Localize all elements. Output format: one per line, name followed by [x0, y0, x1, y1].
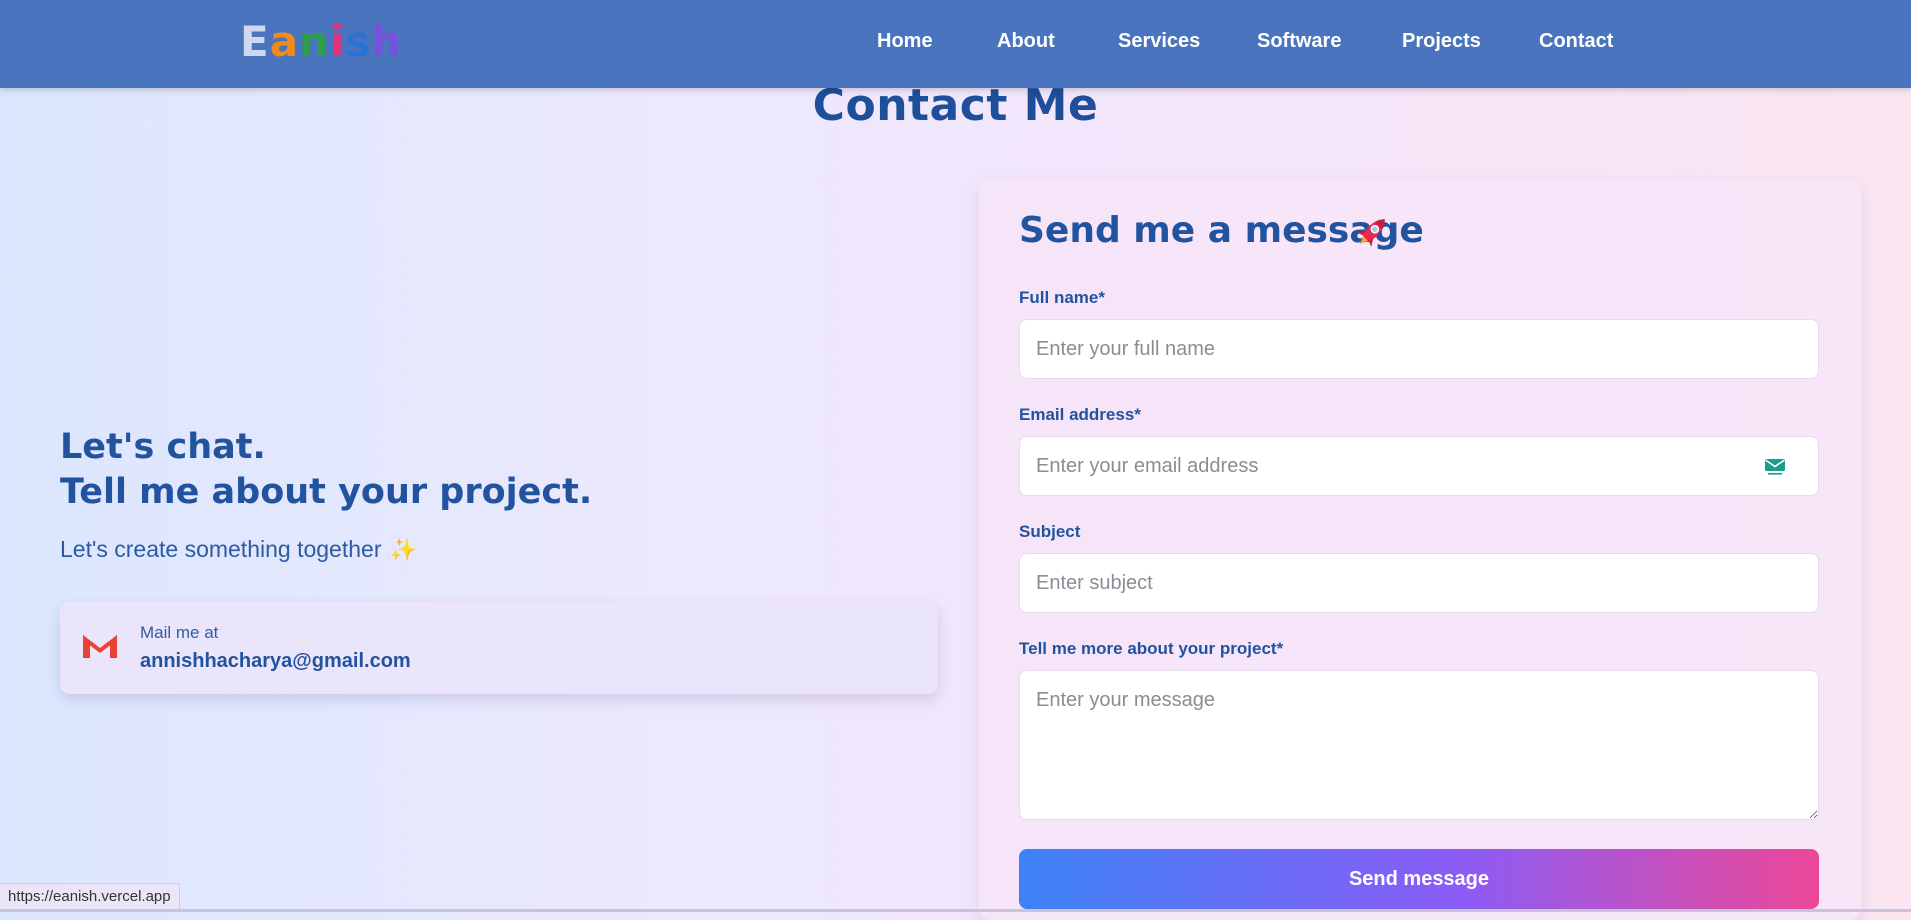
intro-subtitle: Let's create something together ✨ — [60, 536, 417, 563]
mail-address-link[interactable]: annishhacharya@gmail.com — [140, 650, 411, 673]
intro-heading-line1: Let's chat. — [60, 427, 266, 467]
logo-letter: a — [269, 17, 300, 66]
nav-contact-link[interactable]: Contact — [1539, 30, 1613, 53]
top-navbar: Eanish Home About Services Software Proj… — [0, 0, 1911, 88]
send-message-button[interactable]: Send message — [1019, 849, 1819, 909]
subject-label: Subject — [1019, 522, 1081, 541]
logo[interactable]: Eanish — [240, 20, 402, 64]
nav-about-link[interactable]: About — [997, 30, 1055, 53]
full-name-label: Full name* — [1019, 288, 1105, 307]
nav-software-link[interactable]: Software — [1257, 30, 1341, 53]
logo-letter: s — [345, 17, 372, 66]
intro-heading: Let's chat. Tell me about your project. — [60, 425, 592, 515]
full-name-input[interactable] — [1019, 319, 1819, 379]
logo-letter: n — [299, 17, 330, 66]
logo-letter: E — [240, 17, 270, 66]
email-label: Email address* — [1019, 405, 1141, 424]
gmail-icon — [83, 635, 117, 658]
logo-letter: i — [329, 17, 346, 66]
message-textarea[interactable] — [1019, 670, 1819, 820]
intro-subtitle-text: Let's create something together — [60, 536, 382, 562]
logo-letter: h — [371, 17, 403, 66]
subject-input[interactable] — [1019, 553, 1819, 613]
nav-projects-link[interactable]: Projects — [1402, 30, 1481, 53]
rocket-icon — [1357, 219, 1385, 247]
sparkles-icon: ✨ — [389, 537, 417, 562]
email-input[interactable] — [1019, 436, 1819, 496]
mail-label: Mail me at — [140, 623, 219, 642]
status-bar-url: https://eanish.vercel.app — [0, 883, 180, 911]
intro-heading-line2: Tell me about your project. — [60, 472, 593, 512]
nav-services-link[interactable]: Services — [1118, 30, 1200, 53]
contact-form-card: Send me a message Full name* Email addre… — [979, 180, 1861, 920]
message-label: Tell me more about your project* — [1019, 639, 1284, 658]
mail-card[interactable]: Mail me at annishhacharya@gmail.com — [60, 602, 938, 694]
nav-home-link[interactable]: Home — [877, 30, 933, 53]
email-icon — [1765, 459, 1785, 475]
